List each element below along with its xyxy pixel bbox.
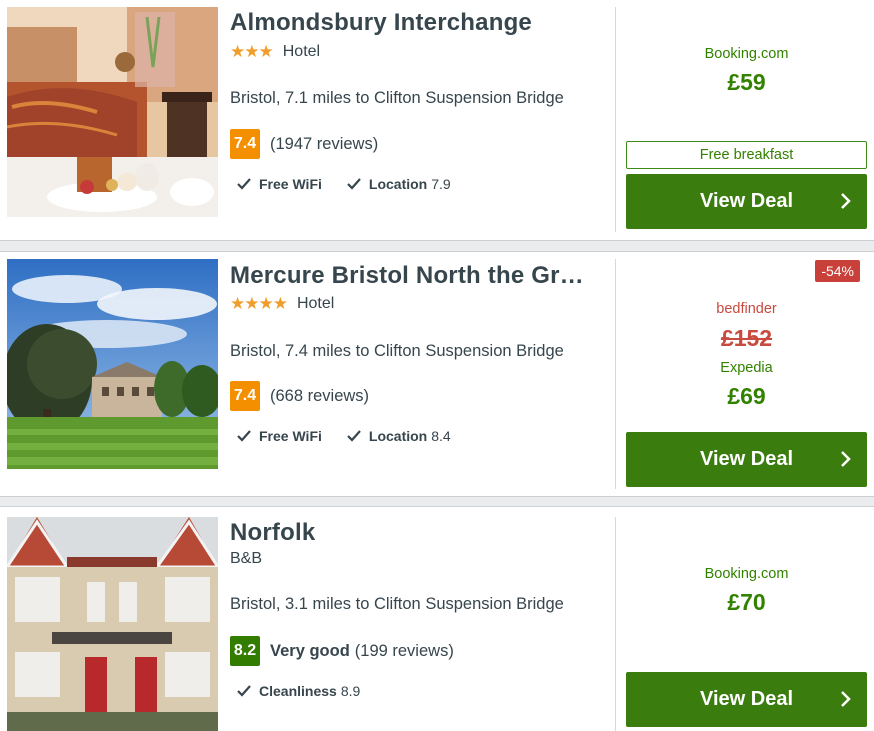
rating[interactable]: 7.4 (1947 reviews) (230, 129, 378, 159)
check-icon (237, 178, 251, 190)
rating-score-badge: 8.2 (230, 636, 260, 666)
view-deal-button[interactable]: View Deal (626, 672, 867, 727)
card-separator (0, 496, 874, 507)
hotel-card-almondsbury: Almondsbury Interchange ★★★ Hotel Bristo… (0, 0, 874, 240)
view-deal-label: View Deal (699, 688, 794, 710)
review-count: (1947 reviews) (270, 134, 379, 153)
deal-provider[interactable]: Booking.com (626, 46, 867, 62)
rating[interactable]: 8.2 Very good (199 reviews) (230, 636, 454, 666)
check-icon (347, 430, 361, 442)
review-count: (199 reviews) (354, 641, 454, 660)
discount-badge: -54% (815, 260, 860, 282)
review-count: (668 reviews) (270, 386, 370, 405)
card-separator (0, 240, 874, 252)
divider (615, 517, 616, 731)
feature-item: Free WiFi (236, 428, 326, 444)
feature-list: Free WiFi Location 7.9 (236, 176, 471, 192)
rating-score-badge: 7.4 (230, 129, 260, 159)
feature-value: 7.9 (431, 176, 451, 192)
chevron-right-icon (841, 451, 851, 467)
view-deal-button[interactable]: View Deal (626, 432, 867, 487)
feature-label: Free WiFi (259, 428, 322, 444)
feature-label: Cleanliness (259, 683, 337, 699)
divider (615, 259, 616, 489)
hotel-photo[interactable] (7, 7, 218, 217)
old-deal-provider[interactable]: bedfinder (626, 301, 867, 317)
deal-price[interactable]: £69 (626, 383, 867, 410)
chevron-right-icon (841, 691, 851, 707)
hotel-photo[interactable] (7, 517, 218, 731)
feature-item: Free WiFi (236, 176, 326, 192)
feature-item: Cleanliness 8.9 (236, 683, 360, 699)
deal-price[interactable]: £59 (626, 69, 867, 96)
hotel-category: ★★★ Hotel (230, 42, 320, 62)
old-deal-price[interactable]: £152 (626, 325, 867, 352)
hotel-name[interactable]: Mercure Bristol North the Gr… (230, 262, 602, 290)
hotel-card-mercure: Mercure Bristol North the Gr… ★★★★ Hotel… (0, 252, 874, 496)
rating[interactable]: 7.4 (668 reviews) (230, 381, 369, 411)
deal-price[interactable]: £70 (626, 589, 867, 616)
hotel-type: Hotel (296, 295, 335, 312)
chevron-right-icon (841, 193, 851, 209)
hotel-category: ★★★★ Hotel (230, 294, 334, 314)
deal-provider[interactable]: Booking.com (626, 566, 867, 582)
star-icon: ★★★★ (230, 294, 288, 313)
feature-list: Free WiFi Location 8.4 (236, 428, 471, 444)
hotel-location: Bristol, 7.4 miles to Clifton Suspension… (230, 342, 564, 360)
view-deal-button[interactable]: View Deal (626, 174, 867, 229)
feature-label: Location (368, 176, 428, 192)
hotel-location: Bristol, 7.1 miles to Clifton Suspension… (230, 89, 564, 107)
rating-score-badge: 7.4 (230, 381, 260, 411)
view-deal-label: View Deal (699, 448, 794, 470)
deal-panel: Booking.com £59 Free breakfast View Deal (626, 0, 867, 240)
feature-item: Location 8.4 (346, 428, 451, 444)
star-icon: ★★★ (230, 42, 274, 61)
feature-label: Free WiFi (259, 176, 322, 192)
hotel-location: Bristol, 3.1 miles to Clifton Suspension… (230, 595, 564, 613)
hotel-name[interactable]: Norfolk (230, 519, 602, 547)
hotel-card-norfolk: Norfolk B&B Bristol, 3.1 miles to Clifto… (0, 507, 874, 731)
check-icon (237, 430, 251, 442)
feature-item: Location 7.9 (346, 176, 451, 192)
hotel-photo[interactable] (7, 259, 218, 469)
divider (615, 7, 616, 232)
deal-provider[interactable]: Expedia (626, 360, 867, 376)
feature-value: 8.4 (431, 428, 451, 444)
feature-label: Location (368, 428, 428, 444)
rating-verdict: Very good (270, 641, 350, 660)
view-deal-label: View Deal (699, 190, 794, 212)
free-breakfast-badge: Free breakfast (626, 141, 867, 169)
deal-panel: -54% bedfinder £152 Expedia £69 View Dea… (626, 252, 867, 496)
feature-value: 8.9 (340, 683, 361, 699)
hotel-type: B&B (230, 550, 263, 567)
feature-list: Cleanliness 8.9 (236, 683, 380, 699)
hotel-type: Hotel (282, 43, 321, 60)
hotel-name[interactable]: Almondsbury Interchange (230, 9, 602, 37)
hotel-category: B&B (230, 550, 262, 568)
check-icon (347, 178, 361, 190)
check-icon (237, 685, 251, 697)
deal-panel: Booking.com £70 View Deal (626, 507, 867, 731)
